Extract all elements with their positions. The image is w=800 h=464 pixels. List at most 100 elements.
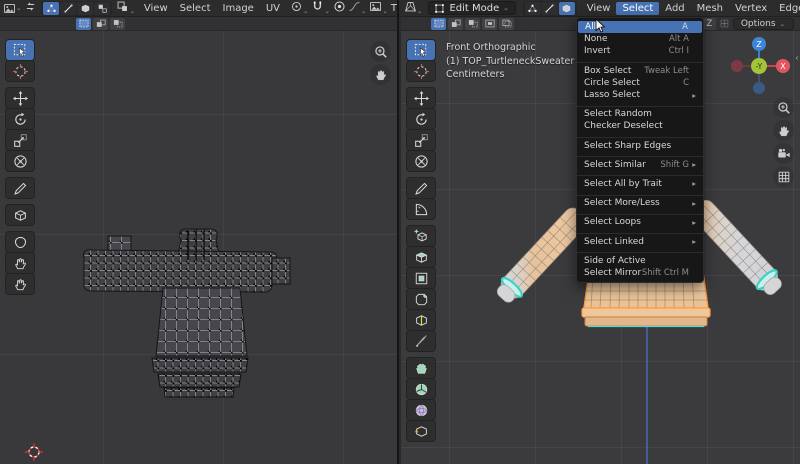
annotate-tool[interactable] xyxy=(407,178,435,198)
options-dropdown[interactable]: Options ⌄ xyxy=(732,17,794,30)
mesh-select-mode-vertex[interactable] xyxy=(524,1,541,15)
select-menu-item[interactable]: Select Loops ▸ xyxy=(577,216,703,228)
select-menu-item[interactable]: Checker Deselect xyxy=(577,120,703,132)
smooth-brush-tool[interactable] xyxy=(6,274,34,294)
uv-select-mode-vertex[interactable] xyxy=(43,1,60,15)
ortho-grid-icon[interactable] xyxy=(773,166,794,187)
select-mode-subtract[interactable] xyxy=(110,17,125,30)
sticky-selection-dropdown[interactable]: ⌄ xyxy=(116,0,135,16)
menu-item[interactable]: Vertex xyxy=(729,2,773,15)
zoom-icon[interactable] xyxy=(370,41,391,62)
camera-view-icon[interactable] xyxy=(773,143,794,164)
uv-sync-selection-toggle[interactable] xyxy=(24,0,37,16)
uv-select-mode-island[interactable] xyxy=(94,1,111,15)
uv-editor-pane: ⌄ ⌄ View Select Image UV ⌄ ⌄ ⌄ ⌄ T xyxy=(0,0,399,464)
select-menu-item[interactable]: Select More/Less ▸ xyxy=(577,197,703,209)
mesh-select-mode-edge[interactable] xyxy=(541,1,558,15)
select-mode-invert[interactable] xyxy=(482,17,497,30)
menu-item[interactable]: UV xyxy=(260,2,286,15)
select-menu-item[interactable]: Select Random xyxy=(577,108,703,120)
uv-viewport[interactable] xyxy=(0,31,397,464)
menu-item[interactable]: Mesh xyxy=(691,2,729,15)
knife-tool[interactable] xyxy=(407,331,435,351)
pan-hand-icon[interactable] xyxy=(773,120,794,141)
select-menu-item[interactable]: Lasso Select ▸ xyxy=(577,89,703,101)
select-box-tool[interactable] xyxy=(407,40,435,60)
select-mode-extend[interactable] xyxy=(448,17,463,30)
poly-build-tool[interactable] xyxy=(407,358,435,378)
move-tool[interactable] xyxy=(407,88,435,108)
select-menu-item[interactable]: None Alt A xyxy=(577,33,703,45)
proportional-editing-toggle[interactable] xyxy=(333,0,346,16)
navigation-gizmo[interactable]: X Z -Y xyxy=(727,34,791,98)
uv-2d-cursor[interactable] xyxy=(25,443,43,461)
menu-item[interactable]: Add xyxy=(659,2,690,15)
select-menu-item[interactable]: Invert Ctrl I xyxy=(577,45,703,57)
move-tool[interactable] xyxy=(6,88,34,108)
pinch-tool[interactable] xyxy=(6,232,34,252)
select-mode-subtract[interactable] xyxy=(465,17,480,30)
select-menu-item[interactable]: Side of Active xyxy=(577,255,703,267)
scale-tool[interactable] xyxy=(407,130,435,150)
cursor-tool[interactable] xyxy=(6,61,34,81)
grid-snap-icon[interactable] xyxy=(719,18,730,29)
cursor-tool[interactable] xyxy=(407,61,435,81)
select-menu-item[interactable]: Select Mirror Shift Ctrl M xyxy=(577,267,703,279)
uv-select-mode-face[interactable] xyxy=(77,1,94,15)
scale-tool[interactable] xyxy=(6,130,34,150)
select-mode-extend[interactable] xyxy=(93,17,108,30)
menu-item[interactable]: Select xyxy=(616,1,660,15)
select-mode-intersect[interactable] xyxy=(499,17,514,30)
mesh-select-mode-face[interactable] xyxy=(558,1,575,15)
spin-tool[interactable] xyxy=(407,379,435,399)
select-menu-dropdown: All A None Alt A Invert Ctrl I Box Selec… xyxy=(576,17,704,283)
gizmo-axis-z[interactable]: Z xyxy=(752,37,766,51)
select-mode-new[interactable] xyxy=(76,17,91,30)
smooth-tool[interactable] xyxy=(407,400,435,420)
extrude-region-tool[interactable] xyxy=(407,247,435,267)
menu-item[interactable]: View xyxy=(581,2,617,15)
tweak-select-box-tool[interactable] xyxy=(6,40,34,60)
select-menu-item[interactable]: Circle Select C xyxy=(577,77,703,89)
mirror-axis-button[interactable]: Z xyxy=(702,17,716,30)
menu-item[interactable]: Select xyxy=(174,2,217,15)
bevel-tool[interactable] xyxy=(407,289,435,309)
sidebar-toggle-arrow[interactable]: ‹ xyxy=(795,53,799,64)
annotate-tool[interactable] xyxy=(6,178,34,198)
transform-tool[interactable] xyxy=(407,151,435,171)
mode-dropdown[interactable]: Edit Mode ⌄ xyxy=(428,1,516,15)
editor-type-button[interactable]: ⌄ xyxy=(3,2,22,15)
falloff-dropdown[interactable]: ⌄ xyxy=(348,0,367,16)
pan-hand-icon[interactable] xyxy=(370,64,391,85)
grab-tool[interactable] xyxy=(6,205,34,225)
gizmo-axis-neg-z[interactable] xyxy=(753,82,765,94)
pivot-point-dropdown[interactable]: ⌄ xyxy=(290,0,309,16)
select-menu-item[interactable]: Select Sharp Edges xyxy=(577,140,703,152)
rotate-tool[interactable] xyxy=(6,109,34,129)
menu-item[interactable]: Edge xyxy=(773,2,800,15)
image-name[interactable]: TOP_Sweate xyxy=(391,3,397,14)
editor-type-button[interactable]: ⌄ xyxy=(404,0,423,16)
select-menu-item[interactable]: Select Similar Shift G ▸ xyxy=(577,159,703,171)
select-menu-item[interactable]: Select All by Trait ▸ xyxy=(577,178,703,190)
menu-item[interactable]: View xyxy=(138,2,174,15)
measure-tool[interactable] xyxy=(407,199,435,219)
transform-tool[interactable] xyxy=(6,151,34,171)
gizmo-axis-x[interactable]: X xyxy=(776,59,790,73)
select-menu-item[interactable]: Box Select Tweak Left xyxy=(577,65,703,77)
select-mode-new[interactable] xyxy=(431,17,446,30)
edge-slide-tool[interactable] xyxy=(407,421,435,441)
menu-item[interactable]: Image xyxy=(217,2,260,15)
select-menu-item[interactable]: Select Linked ▸ xyxy=(577,235,703,247)
browse-image-dropdown[interactable]: ⌄ xyxy=(369,0,388,16)
zoom-icon[interactable] xyxy=(773,97,794,118)
add-cube-tool[interactable] xyxy=(407,226,435,246)
inset-faces-tool[interactable] xyxy=(407,268,435,288)
loop-cut-tool[interactable] xyxy=(407,310,435,330)
gizmo-axis-neg-x[interactable] xyxy=(731,60,743,72)
uv-select-mode-edge[interactable] xyxy=(60,1,77,15)
relax-tool[interactable] xyxy=(6,253,34,273)
snapping-dropdown[interactable]: ⌄ xyxy=(311,0,330,16)
gizmo-axis-neg-y[interactable]: -Y xyxy=(751,58,767,74)
rotate-tool[interactable] xyxy=(407,109,435,129)
